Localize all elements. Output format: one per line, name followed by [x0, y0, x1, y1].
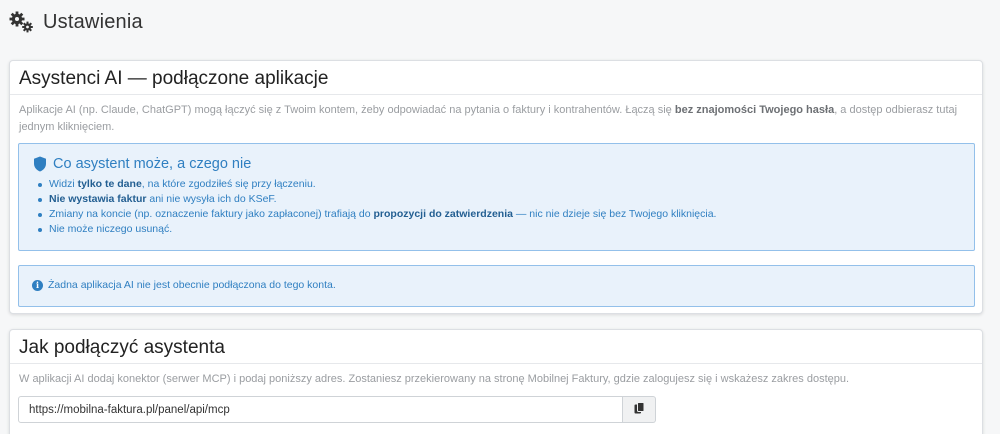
capabilities-list: Widzi tylko te dane, na które zgodziłeś …: [19, 172, 974, 237]
page-title: Ustawienia: [43, 10, 143, 33]
page-header: Ustawienia: [9, 8, 143, 36]
connected-apps-card: Asystenci AI — podłączone aplikacje Apli…: [9, 60, 983, 314]
connect-assistant-title: Jak podłączyć asystenta: [10, 330, 982, 364]
no-apps-alert: i Żadna aplikacja AI nie jest obecnie po…: [18, 265, 975, 307]
item-text-end: ani nie wysyła ich do KSeF.: [146, 193, 277, 205]
item-text-end: , na które zgodziłeś się przy łączeniu.: [141, 178, 316, 190]
capabilities-info-box: Co asystent może, a czego nie Widzi tylk…: [18, 143, 975, 251]
item-bold: tylko te dane: [77, 178, 142, 190]
copy-icon: [634, 401, 645, 419]
mcp-url-group: [18, 396, 656, 423]
mcp-url-input[interactable]: [18, 396, 623, 423]
capabilities-header: Co asystent może, a czego nie: [19, 144, 974, 172]
item-text: Nie może niczego usunąć.: [49, 223, 173, 235]
connected-apps-description: Aplikacje AI (np. Claude, ChatGPT) mogą …: [10, 95, 982, 136]
list-item: Widzi tylko te dane, na które zgodziłeś …: [38, 177, 974, 192]
item-text: Widzi: [49, 178, 78, 190]
item-text-end: — nic nie dzieje się bez Twojego kliknię…: [512, 208, 717, 220]
description-text: Aplikacje AI (np. Claude, ChatGPT) mogą …: [19, 104, 675, 116]
list-item: Nie może niczego usunąć.: [38, 222, 974, 237]
capabilities-title: Co asystent może, a czego nie: [53, 156, 252, 172]
shield-icon: [33, 156, 47, 172]
list-item: Zmiany na koncie (np. oznaczenie faktury…: [38, 207, 974, 222]
gears-icon: [9, 10, 35, 34]
connected-apps-title: Asystenci AI — podłączone aplikacje: [10, 61, 982, 95]
info-icon: i: [32, 279, 43, 291]
item-bold: propozycji do zatwierdzenia: [373, 208, 513, 220]
no-apps-row: i Żadna aplikacja AI nie jest obecnie po…: [19, 266, 974, 291]
item-text: Zmiany na koncie (np. oznaczenie faktury…: [49, 208, 374, 220]
item-bold: Nie wystawia faktur: [49, 193, 147, 205]
list-item: Nie wystawia faktur ani nie wysyła ich d…: [38, 192, 974, 207]
no-apps-message: Żadna aplikacja AI nie jest obecnie podł…: [48, 279, 336, 291]
connect-assistant-description: W aplikacji AI dodaj konektor (serwer MC…: [19, 373, 850, 385]
connect-assistant-card: Jak podłączyć asystenta W aplikacji AI d…: [9, 329, 983, 434]
copy-url-button[interactable]: [623, 396, 656, 423]
description-bold: bez znajomości Twojego hasła: [674, 104, 835, 116]
